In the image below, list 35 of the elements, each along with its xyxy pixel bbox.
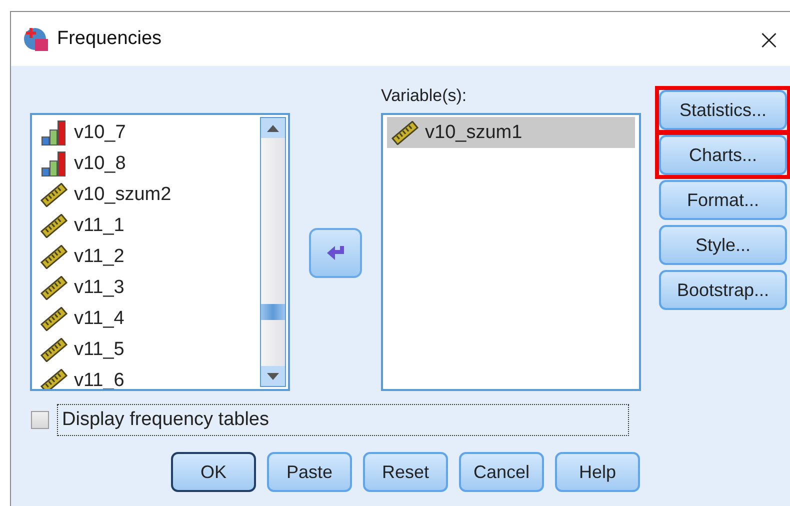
- checkbox-label[interactable]: Display frequency tables: [57, 404, 629, 436]
- variable-name[interactable]: v11_3: [74, 276, 124, 298]
- dialog-button[interactable]: Help: [555, 452, 640, 492]
- dialog-button[interactable]: Statistics...: [659, 90, 787, 130]
- move-variable-button[interactable]: [309, 228, 362, 278]
- bar-chart-icon: [40, 150, 68, 176]
- dialog-button[interactable]: Cancel: [459, 452, 544, 492]
- selected-variable-list[interactable]: v10_szum1: [381, 113, 641, 391]
- scroll-down-icon[interactable]: [267, 372, 279, 380]
- window-title: Frequencies: [57, 28, 163, 50]
- close-button[interactable]: ×: [749, 19, 789, 59]
- scrollbar[interactable]: [260, 117, 286, 387]
- variable-name[interactable]: v10_8: [74, 152, 126, 174]
- variable-name[interactable]: v11_2: [74, 246, 124, 268]
- variable-name[interactable]: v11_5: [74, 338, 124, 360]
- arrow-left-icon: [326, 244, 346, 262]
- bar-chart-icon: [40, 120, 68, 146]
- variable-name[interactable]: v10_7: [74, 122, 126, 144]
- dialog-button[interactable]: Format...: [659, 180, 787, 220]
- variables-label: Variable(s):: [381, 86, 468, 107]
- dialog-button[interactable]: Reset: [363, 452, 448, 492]
- source-variable-list[interactable]: v10_7 v10_8 v10_szum2 v11_1 v11_2 v11_3 v11_4 v11_5 v11_6: [30, 113, 290, 391]
- variable-name[interactable]: v11_1: [74, 214, 124, 236]
- dialog-button[interactable]: Style...: [659, 225, 787, 265]
- variable-name[interactable]: v11_6: [74, 370, 124, 389]
- dialog-button[interactable]: Paste: [267, 452, 352, 492]
- variable-name[interactable]: v10_szum2: [74, 184, 172, 206]
- app-icon: [23, 26, 49, 52]
- scrollbar-thumb[interactable]: [261, 304, 285, 320]
- variable-name[interactable]: v11_4: [74, 308, 124, 330]
- checkbox[interactable]: [31, 411, 49, 429]
- dialog-button[interactable]: Bootstrap...: [659, 270, 787, 310]
- dialog-button[interactable]: Charts...: [659, 135, 787, 175]
- scroll-up-icon[interactable]: [267, 124, 279, 132]
- dialog-button[interactable]: OK: [171, 452, 256, 492]
